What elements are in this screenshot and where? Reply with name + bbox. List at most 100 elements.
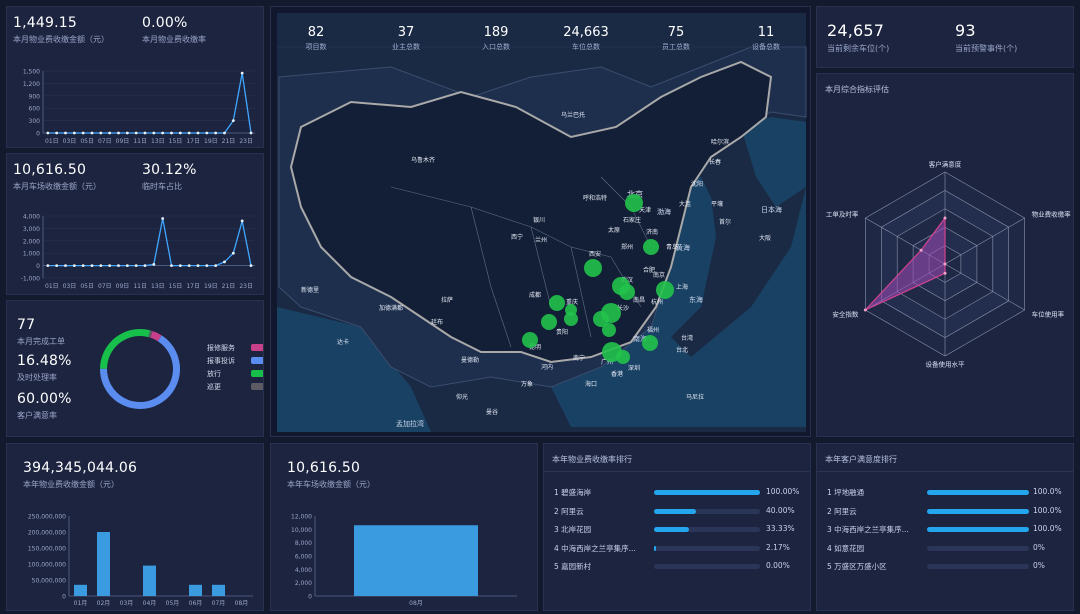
data-point: [196, 131, 200, 135]
map-label: 杭州: [651, 299, 664, 306]
y-tick-label: 12,000: [291, 514, 312, 521]
map-stat-owners: 37 业主总数: [361, 25, 451, 52]
kpi-temp-car-ratio: 30.12% 临时车占比: [142, 162, 197, 192]
data-point: [55, 264, 59, 267]
map-label: 仰光: [456, 394, 469, 401]
map-label: 沈阳: [691, 181, 704, 188]
panel-yearly-property-fee: 394,345,044.06 本年物业费收缴金额（元） 250,000,000 2…: [6, 443, 264, 611]
kpi-label: 本月物业费收缴金额（元）: [13, 35, 109, 44]
stat-label: 车位总数: [572, 43, 600, 51]
data-point: [46, 131, 50, 135]
map-label: 天津: [639, 207, 652, 214]
kpi-value: 394,345,044.06: [23, 460, 138, 476]
data-point: [249, 264, 253, 267]
legend-item[interactable]: 放行: [207, 367, 263, 380]
ranking-row[interactable]: 2 阿里云 40.00%: [554, 506, 802, 518]
data-point: [90, 131, 94, 135]
data-point: [108, 264, 112, 267]
ranking-value: 0.00%: [766, 561, 790, 570]
legend-label: 放行: [207, 369, 221, 378]
ranking-row[interactable]: 5 万盛区万盛小区 0%: [827, 561, 1065, 573]
ranking-row[interactable]: 4 中海西岸之兰亭集序... 2.17%: [554, 543, 802, 555]
x-tick-label: 09日: [116, 138, 130, 145]
y-tick-label: 0: [308, 594, 312, 601]
ranking-row[interactable]: 5 嘉园新村 0.00%: [554, 561, 802, 573]
ranking-label: 2 阿里云: [554, 506, 584, 516]
panel-satisfaction-ranking: 本年客户满意度排行 1 坪地融通 100.0% 2 阿里云 100.0% 3 中海西岸之…: [816, 443, 1074, 611]
y-tick-label: 0: [36, 263, 40, 270]
kpi-value: 30.12%: [142, 162, 197, 178]
kpi-label: 本月车场收缴金额（元）: [13, 182, 101, 191]
data-point: [81, 131, 85, 135]
ranking-row[interactable]: 1 碧盛海岸 100.00%: [554, 487, 802, 499]
data-point: [99, 131, 103, 135]
map-label: 东海: [689, 296, 703, 304]
data-point: [231, 251, 235, 255]
kpi-label: 客户满意率: [17, 411, 57, 420]
ranking-row[interactable]: 1 坪地融通 100.0%: [827, 487, 1065, 499]
map-label: 黄海: [676, 244, 690, 252]
yearly-fee-bar-chart: 250,000,000 200,000,000 150,000,000 100,000…: [28, 514, 253, 607]
kpi-value: 77: [17, 317, 36, 333]
data-point: [72, 131, 76, 135]
map-label: 首尔: [719, 219, 732, 226]
data-point: [249, 131, 253, 135]
ranking-row[interactable]: 3 北岸花园 33.33%: [554, 524, 802, 536]
data-point: [125, 131, 129, 135]
map-label: 上海: [676, 284, 689, 291]
x-tick-label: 13日: [151, 283, 165, 290]
ranking-value: 100.0%: [1033, 505, 1062, 515]
ranking-label: 1 碧盛海岸: [554, 488, 592, 497]
ranking-row[interactable]: 3 中海西岸之兰亭集序... 100.0%: [827, 524, 1065, 536]
data-point: [231, 119, 235, 122]
x-tick-label: 07日: [98, 138, 112, 145]
kpi-remaining-parking: 24,657 当前剩余车位(个): [827, 21, 889, 54]
x-tick-label: 17日: [186, 283, 200, 290]
legend-item[interactable]: 巡更: [207, 380, 263, 393]
ranking-label: 5 嘉园新村: [554, 562, 592, 571]
radar-point: [919, 248, 923, 252]
map-label: 贵阳: [556, 329, 569, 336]
map-label: 马尼拉: [686, 394, 705, 401]
ranking-value: 33.33%: [766, 524, 795, 533]
panel-radar-evaluation: 本月综合指标评估 客户满意度 物业费收缴率 车位使用率 设备使用水平 安全指数 工单及时率: [816, 73, 1074, 437]
map-label: 台北: [676, 347, 689, 354]
legend-item[interactable]: 报事投诉: [207, 354, 263, 367]
map-label: 海口: [585, 381, 598, 388]
ranking-row[interactable]: 2 阿里云 100.0%: [827, 506, 1065, 518]
stat-value: 82: [307, 25, 325, 40]
kpi-monthly-parking: 10,616.50 本月车场收缴金额（元）: [13, 162, 101, 192]
data-point: [72, 264, 76, 267]
map-label: 昆明: [529, 344, 542, 351]
progress-fill: [654, 527, 690, 532]
y-tick-label: 2,000: [295, 580, 312, 587]
series-line: [47, 217, 252, 267]
kpi-label: 本年物业费收缴金额（元）: [23, 480, 119, 489]
ranking-row[interactable]: 4 如意花园 0%: [827, 543, 1065, 555]
y-tick-label: 0: [62, 594, 66, 601]
kpi-yearly-parking: 10,616.50 本年车场收缴金额（元）: [287, 460, 375, 490]
data-point: [161, 131, 165, 135]
kpi-label: 本月完成工单: [17, 337, 65, 346]
map-label: 南海: [633, 335, 647, 343]
map-label: 北京: [627, 190, 643, 199]
map-label: 合肥: [643, 267, 656, 274]
radar-point: [863, 308, 867, 312]
monthly-parking-line-chart: 4,000 3,000 2,000 1,000 0 -1,000 01日 03日 05日 07日 0…: [21, 214, 255, 290]
ranking-label: 2 阿里云: [827, 506, 857, 516]
kpi-label: 及时处理率: [17, 373, 57, 382]
x-tick-label: 08月: [235, 600, 249, 607]
y-tick-label: 4,000: [295, 567, 312, 574]
y-tick-label: 300: [29, 118, 41, 125]
x-tick-label: 05月: [166, 600, 180, 607]
progress-fill: [654, 490, 760, 495]
kpi-completed-orders: 77 本月完成工单: [17, 317, 65, 347]
progress-track: [927, 564, 1029, 569]
data-point: [205, 264, 209, 267]
x-tick-label: 01月: [74, 600, 88, 607]
data-point: [117, 131, 120, 135]
legend-item[interactable]: 报修服务: [207, 341, 263, 354]
radar-axis-label: 安全指数: [832, 310, 859, 319]
y-tick-label: 3,000: [23, 226, 40, 233]
x-tick-label: 07月: [212, 600, 226, 607]
